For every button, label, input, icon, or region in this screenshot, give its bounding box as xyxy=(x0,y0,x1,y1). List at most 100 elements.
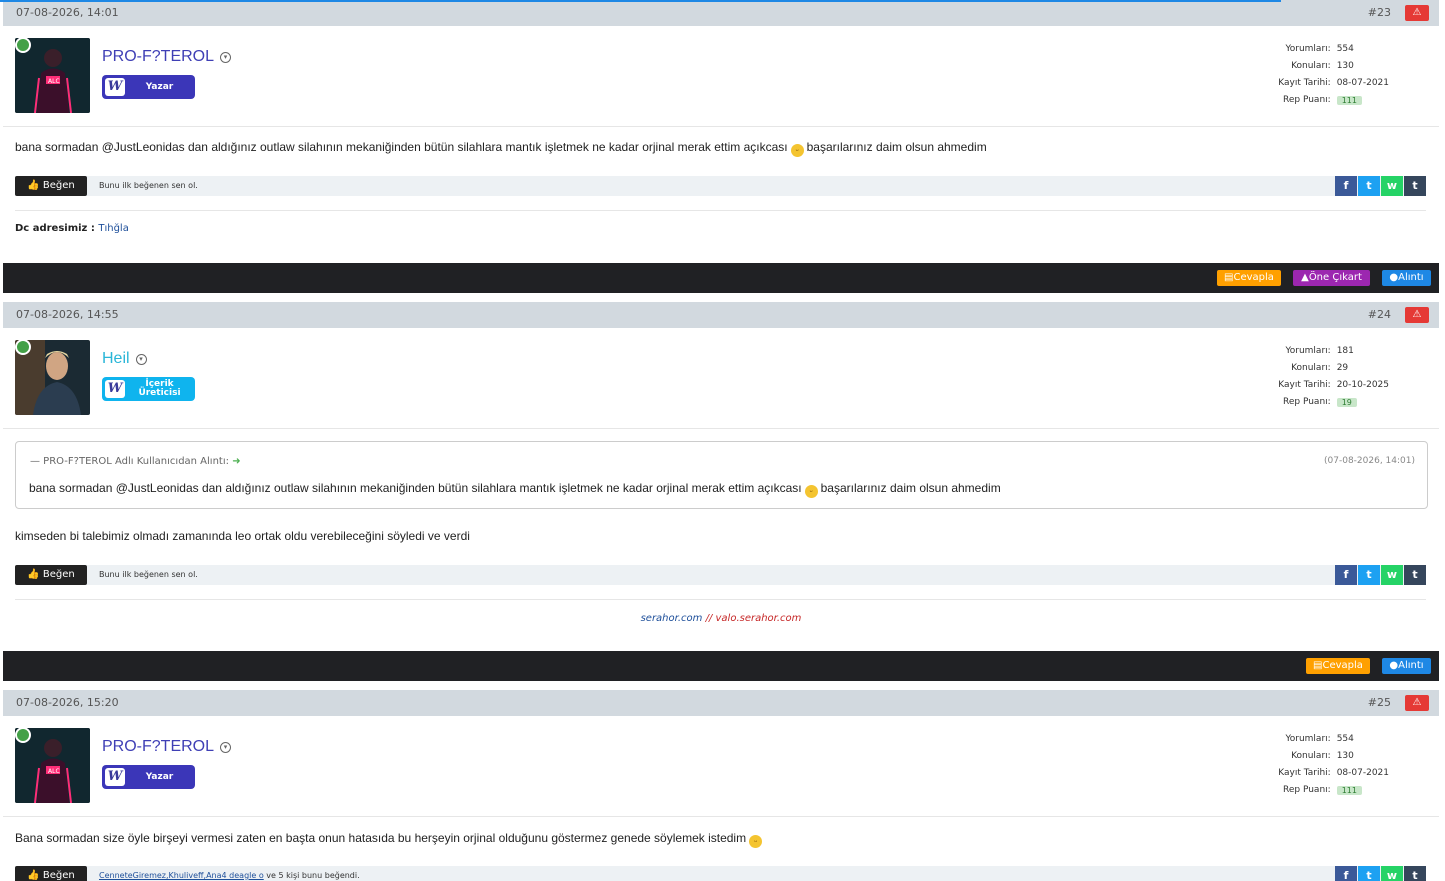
post-date: 07-08-2026, 14:01 xyxy=(16,6,119,19)
facebook-icon[interactable]: f xyxy=(1335,565,1357,585)
stat-comments: 554 xyxy=(1336,44,1354,54)
facebook-icon[interactable]: f xyxy=(1335,176,1357,196)
reply-button[interactable]: ▤Cevapla xyxy=(1306,658,1370,674)
username[interactable]: Heil ▾ xyxy=(102,350,147,368)
tumblr-icon[interactable]: t xyxy=(1404,565,1426,585)
like-bar: 👍 Beğen Bunu ilk beğenen sen ol. f t w t xyxy=(15,176,1426,196)
stat-label: Yorumları: xyxy=(1285,44,1331,54)
username-text[interactable]: PRO-F?TEROL xyxy=(102,738,214,755)
like-info: Bunu ilk beğenen sen ol. xyxy=(99,570,198,579)
stat-topics: 130 xyxy=(1336,751,1354,761)
user-stats: Yorumları: 181 Konuları: 29 Kayıt Tarihi: 2… xyxy=(1261,343,1389,412)
quote-button[interactable]: ●Alıntı xyxy=(1382,658,1431,674)
like-info: CenneteGiremez,Khuliveff,Ana4 deagle o v… xyxy=(99,871,360,880)
twitter-icon[interactable]: t xyxy=(1358,176,1380,196)
arrow-right-icon[interactable]: ➜ xyxy=(232,456,240,467)
online-dot-icon xyxy=(15,727,31,743)
stat-rep[interactable]: 111 xyxy=(1336,96,1362,105)
post-number[interactable]: #23 xyxy=(1368,6,1391,19)
thumbs-up-icon: 👍 xyxy=(27,870,40,881)
stat-rep[interactable]: 111 xyxy=(1336,786,1362,795)
stat-label: Konuları: xyxy=(1291,751,1331,761)
post-message: bana sormadan @JustLeonidas dan aldığını… xyxy=(15,140,987,157)
user-rank-badge: W Yazar xyxy=(102,75,195,99)
stat-rep[interactable]: 19 xyxy=(1336,398,1357,407)
thumbs-up-icon: 👍 xyxy=(27,180,40,191)
signature-divider xyxy=(15,599,1426,600)
tumblr-icon[interactable]: t xyxy=(1404,176,1426,196)
signature-separator: // xyxy=(705,613,713,624)
w-logo-icon: W xyxy=(105,78,125,96)
thumbs-up-icon: 👍 xyxy=(27,569,40,580)
twitter-icon[interactable]: t xyxy=(1358,565,1380,585)
post-23: 07-08-2026, 14:01 #23 ⚠ ALC PRO-F?TEROL ▾… xyxy=(3,0,1439,293)
stat-register-date: 08-07-2021 xyxy=(1336,78,1389,88)
post-number[interactable]: #25 xyxy=(1368,696,1391,709)
liked-users-link[interactable]: CenneteGiremez,Khuliveff,Ana4 deagle o xyxy=(99,871,264,880)
stat-label: Konuları: xyxy=(1291,363,1331,373)
badge-label: İçerik Üreticisi xyxy=(138,379,181,398)
user-stats: Yorumları: 554 Konuları: 130 Kayıt Tarihi:… xyxy=(1261,41,1389,110)
dropdown-caret-icon[interactable]: ▾ xyxy=(220,52,232,63)
dropdown-caret-icon[interactable]: ▾ xyxy=(135,354,147,365)
reply-button[interactable]: ▤Cevapla xyxy=(1217,270,1281,286)
like-info: Bunu ilk beğenen sen ol. xyxy=(99,181,198,190)
w-logo-icon: W xyxy=(105,768,125,786)
dropdown-caret-icon[interactable]: ▾ xyxy=(220,742,232,753)
highlight-button[interactable]: ▲Öne Çıkart xyxy=(1293,270,1370,286)
stat-topics: 130 xyxy=(1336,61,1354,71)
signature-link[interactable]: Tıhğla xyxy=(98,223,128,234)
signature: Dc adresimiz : Tıhğla xyxy=(15,223,129,234)
post-25: 07-08-2026, 15:20 #25 ⚠ ALC PRO-F?TEROL ▾… xyxy=(3,690,1439,881)
post-number[interactable]: #24 xyxy=(1368,308,1391,321)
username[interactable]: PRO-F?TEROL ▾ xyxy=(102,738,232,756)
message-text: başarılarınız daim olsun ahmedim xyxy=(806,140,987,154)
whatsapp-icon[interactable]: w xyxy=(1381,176,1403,196)
stat-label: Konuları: xyxy=(1291,61,1331,71)
like-label: Beğen xyxy=(42,180,75,191)
smile-emoji-icon: ᵕ xyxy=(749,835,763,848)
stat-label: Rep Puanı: xyxy=(1283,397,1331,407)
quote-button[interactable]: ●Alıntı xyxy=(1382,270,1431,286)
username-text[interactable]: PRO-F?TEROL xyxy=(102,48,214,65)
username[interactable]: PRO-F?TEROL ▾ xyxy=(102,48,232,66)
share-buttons: f t w t xyxy=(1334,176,1426,196)
username-text[interactable]: Heil xyxy=(102,350,130,367)
stat-label: Yorumları: xyxy=(1285,346,1331,356)
post-actions-bar: ▤Cevapla ●Alıntı xyxy=(3,651,1439,681)
like-label: Beğen xyxy=(42,569,75,580)
report-icon[interactable]: ⚠ xyxy=(1405,695,1429,711)
quote-text: bana sormadan @JustLeonidas dan aldığını… xyxy=(29,481,1001,498)
signature-divider xyxy=(15,210,1426,211)
share-buttons: f t w t xyxy=(1334,866,1426,881)
signature-link[interactable]: serahor.com xyxy=(641,613,703,624)
stat-register-date: 08-07-2021 xyxy=(1336,768,1389,778)
whatsapp-icon[interactable]: w xyxy=(1381,565,1403,585)
signature-link[interactable]: valo.serahor.com xyxy=(716,613,802,624)
whatsapp-icon[interactable]: w xyxy=(1381,866,1403,881)
grin-emoji-icon: ᵕ xyxy=(790,144,804,157)
like-button[interactable]: 👍 Beğen xyxy=(15,176,87,196)
chat-icon: ▤ xyxy=(1313,660,1323,671)
stat-register-date: 20-10-2025 xyxy=(1336,380,1389,390)
post-header: 07-08-2026, 14:01 #23 ⚠ xyxy=(3,0,1439,26)
share-buttons: f t w t xyxy=(1334,565,1426,585)
chat-icon: ▤ xyxy=(1224,272,1234,283)
facebook-icon[interactable]: f xyxy=(1335,866,1357,881)
svg-text:ALC: ALC xyxy=(48,768,60,775)
quote-header[interactable]: — PRO-F?TEROL Adlı Kullanıcıdan Alıntı: … xyxy=(30,456,241,467)
tumblr-icon[interactable]: t xyxy=(1404,866,1426,881)
report-icon[interactable]: ⚠ xyxy=(1405,307,1429,323)
user-rank-badge: W Yazar xyxy=(102,765,195,789)
like-button[interactable]: 👍 Beğen xyxy=(15,565,87,585)
like-label: Beğen xyxy=(42,870,75,881)
quote-box: — PRO-F?TEROL Adlı Kullanıcıdan Alıntı: … xyxy=(15,441,1428,509)
like-button[interactable]: 👍 Beğen xyxy=(15,866,87,881)
online-dot-icon xyxy=(15,37,31,53)
stat-label: Rep Puanı: xyxy=(1283,785,1331,795)
post-actions-bar: ▤Cevapla ▲Öne Çıkart ●Alıntı xyxy=(3,263,1439,293)
stat-label: Kayıt Tarihi: xyxy=(1278,380,1331,390)
twitter-icon[interactable]: t xyxy=(1358,866,1380,881)
svg-text:ALC: ALC xyxy=(48,78,60,85)
report-icon[interactable]: ⚠ xyxy=(1405,5,1429,21)
